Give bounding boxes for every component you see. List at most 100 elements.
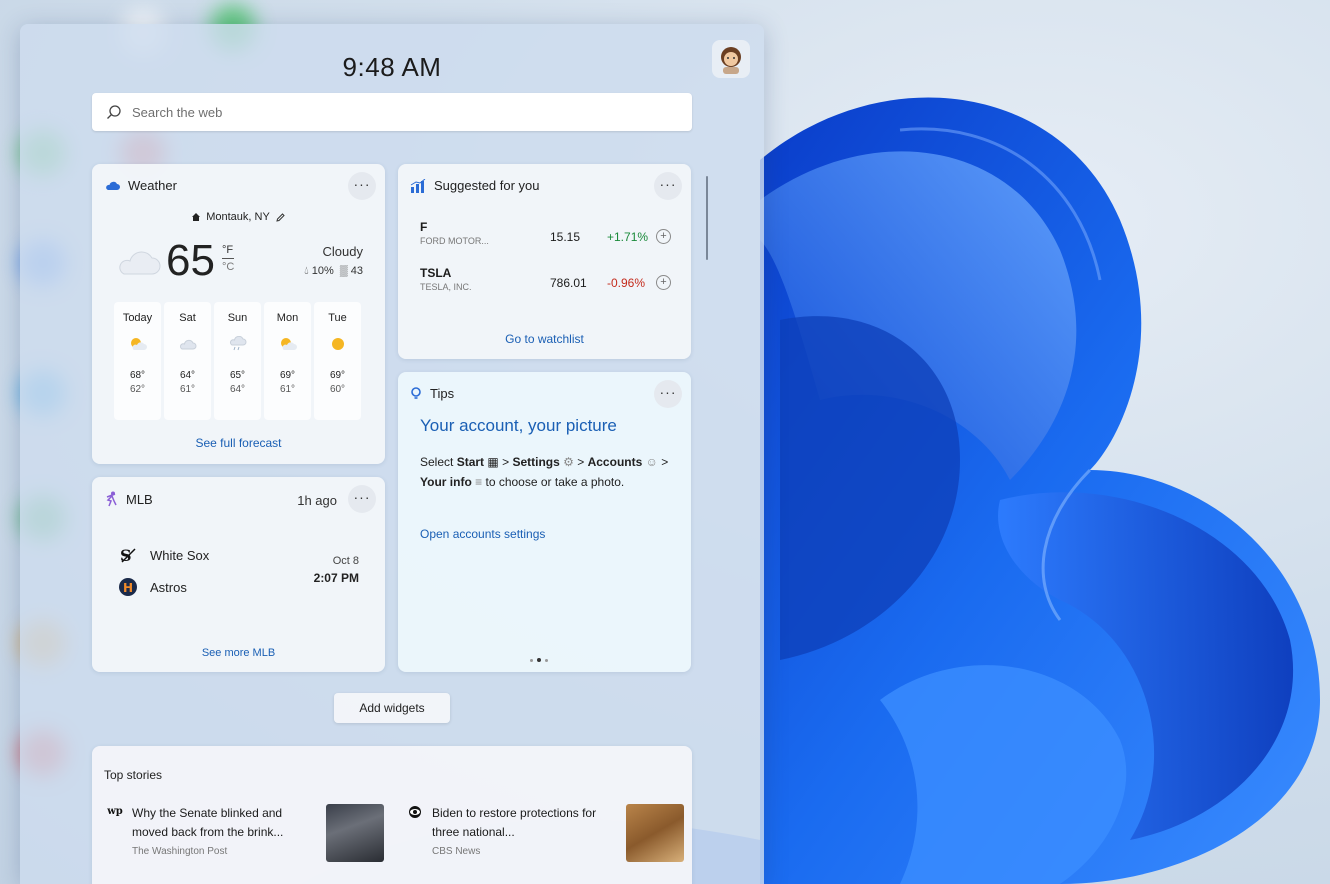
weather-header: Weather xyxy=(104,178,177,193)
edit-pencil-icon[interactable] xyxy=(275,212,286,223)
stock-chart-icon xyxy=(410,178,426,193)
carousel-dot[interactable] xyxy=(545,658,548,662)
wp-icon: wp xyxy=(107,806,123,817)
story-headline: Why the Senate blinked and moved back fr… xyxy=(132,806,284,839)
avatar-icon xyxy=(721,47,741,74)
current-temperature: 65 xyxy=(166,236,215,285)
tip-headline: Your account, your picture xyxy=(420,416,617,435)
stock-change: +1.71% xyxy=(607,230,649,244)
unit-fahrenheit[interactable]: °F xyxy=(222,244,233,256)
baseball-player-icon xyxy=(106,491,117,507)
start-windows-icon: ▦ xyxy=(487,455,499,469)
forecast-low: 61° xyxy=(179,384,196,395)
weather-extra: 💧︎ 10% ▒ 43 xyxy=(304,265,363,278)
sun-icon xyxy=(314,330,361,358)
forecast-day-label: Sat xyxy=(179,312,196,324)
forecast-day[interactable]: Tue 69° 60° xyxy=(314,302,361,420)
stock-change: -0.96% xyxy=(607,276,646,290)
tip-text-separator: > xyxy=(502,455,510,469)
carousel-dot[interactable] xyxy=(530,658,533,662)
cloud-icon xyxy=(164,330,211,358)
mlb-time-ago: 1h ago xyxy=(297,493,337,508)
stock-price: 15.15 xyxy=(550,230,581,244)
weather-widget[interactable]: Weather ··· Montauk, NY 65 °F °C Cloudy … xyxy=(92,164,385,464)
add-to-watchlist-button[interactable]: + xyxy=(656,229,671,244)
stocks-title: Suggested for you xyxy=(434,178,540,193)
carousel-dots[interactable] xyxy=(530,658,548,662)
stock-row[interactable]: TSLA TESLA, INC. 786.01 -0.96% + xyxy=(420,266,676,292)
mlb-widget[interactable]: MLB 1h ago ··· S White Sox H Astros Oct … xyxy=(92,477,385,672)
story-item[interactable]: wp Why the Senate blinked and moved back… xyxy=(106,804,384,862)
forecast-day-label: Tue xyxy=(328,312,347,324)
search-bar[interactable] xyxy=(92,93,692,131)
tips-widget[interactable]: Tips ··· Your account, your picture Sele… xyxy=(398,372,691,672)
go-to-watchlist-link[interactable]: Go to watchlist xyxy=(398,332,691,346)
mlb-title: MLB xyxy=(126,491,153,507)
user-avatar[interactable] xyxy=(712,40,750,78)
forecast-low: 62° xyxy=(129,384,146,395)
weather-more-button[interactable]: ··· xyxy=(348,172,376,200)
story-item[interactable]: Biden to restore protections for three n… xyxy=(406,804,684,862)
search-icon xyxy=(107,105,121,119)
stocks-widget[interactable]: Suggested for you ··· F FORD MOTOR... 15… xyxy=(398,164,691,359)
svg-text:H: H xyxy=(123,581,133,595)
weather-condition-block: Cloudy 💧︎ 10% ▒ 43 xyxy=(304,244,363,278)
see-full-forecast-link[interactable]: See full forecast xyxy=(92,436,385,450)
cbs-eye-icon xyxy=(406,804,424,818)
story-thumbnail-image xyxy=(626,804,684,862)
tip-text-your-info: Your info xyxy=(420,475,472,489)
forecast-high: 64° xyxy=(179,370,196,381)
tip-text-separator: > xyxy=(661,455,669,469)
game-schedule: Oct 8 2:07 PM xyxy=(314,555,359,585)
stocks-header: Suggested for you xyxy=(410,178,540,193)
game-time: 2:07 PM xyxy=(313,571,359,585)
settings-gear-icon: ⚙ xyxy=(563,455,574,469)
forecast-high: 69° xyxy=(279,370,296,381)
lightbulb-icon xyxy=(411,386,421,399)
tips-title: Tips xyxy=(430,386,455,401)
add-to-watchlist-button[interactable]: + xyxy=(656,275,671,290)
forecast-day-label: Today xyxy=(122,312,153,324)
search-input[interactable] xyxy=(132,104,652,120)
mlb-more-button[interactable]: ··· xyxy=(348,485,376,513)
forecast-day[interactable]: Sun 65° 64° xyxy=(214,302,261,420)
tips-header: Tips xyxy=(410,386,454,401)
tips-more-button[interactable]: ··· xyxy=(654,380,682,408)
weather-location[interactable]: Montauk, NY xyxy=(92,211,385,223)
carousel-dot-active[interactable] xyxy=(537,658,541,662)
stocks-more-button[interactable]: ··· xyxy=(654,172,682,200)
top-stories-widget[interactable]: Top stories wp Why the Senate blinked an… xyxy=(92,746,692,884)
forecast-day[interactable]: Sat 64° 61° xyxy=(164,302,211,420)
cloud-large-icon xyxy=(119,251,161,275)
team-name: Astros xyxy=(150,579,187,595)
weather-cloud-icon xyxy=(106,181,120,190)
sun-cloud-icon xyxy=(264,330,311,358)
precip-icon: 💧︎ xyxy=(304,265,309,277)
forecast-day[interactable]: Mon 69° 61° xyxy=(264,302,311,420)
team-name: White Sox xyxy=(150,547,210,563)
temperature-units[interactable]: °F °C xyxy=(222,244,235,273)
forecast-low: 61° xyxy=(279,384,296,395)
unit-celsius[interactable]: °C xyxy=(222,258,235,273)
forecast-day-label: Sun xyxy=(227,312,248,324)
white-sox-logo-icon: S xyxy=(118,545,138,565)
tip-body: Select Start ▦ > Settings ⚙ > Accounts ☺… xyxy=(420,452,675,492)
svg-text:S: S xyxy=(120,546,132,565)
team-row[interactable]: H Astros xyxy=(118,577,187,597)
open-accounts-settings-link[interactable]: Open accounts settings xyxy=(420,527,545,541)
story-thumbnail-image xyxy=(326,804,384,862)
team-row[interactable]: S White Sox xyxy=(118,545,209,565)
forecast-day[interactable]: Today 68° 62° xyxy=(114,302,161,420)
forecast-low: 64° xyxy=(229,384,246,395)
clock-time: 9:48 AM xyxy=(342,52,442,82)
your-info-icon: ≡ xyxy=(475,475,483,489)
widgets-panel: 9:48 AM Weather ··· Montauk, NY xyxy=(20,24,764,884)
stock-row[interactable]: F FORD MOTOR... 15.15 +1.71% + xyxy=(420,220,676,246)
tip-text-select: Select xyxy=(420,455,454,469)
see-more-mlb-link[interactable]: See more MLB xyxy=(92,647,385,659)
story-source: CBS News xyxy=(432,846,481,857)
weather-condition: Cloudy xyxy=(322,244,363,259)
add-widgets-button[interactable]: Add widgets xyxy=(334,693,450,723)
scrollbar-thumb[interactable] xyxy=(706,176,708,260)
air-quality-value: 43 xyxy=(350,265,363,277)
